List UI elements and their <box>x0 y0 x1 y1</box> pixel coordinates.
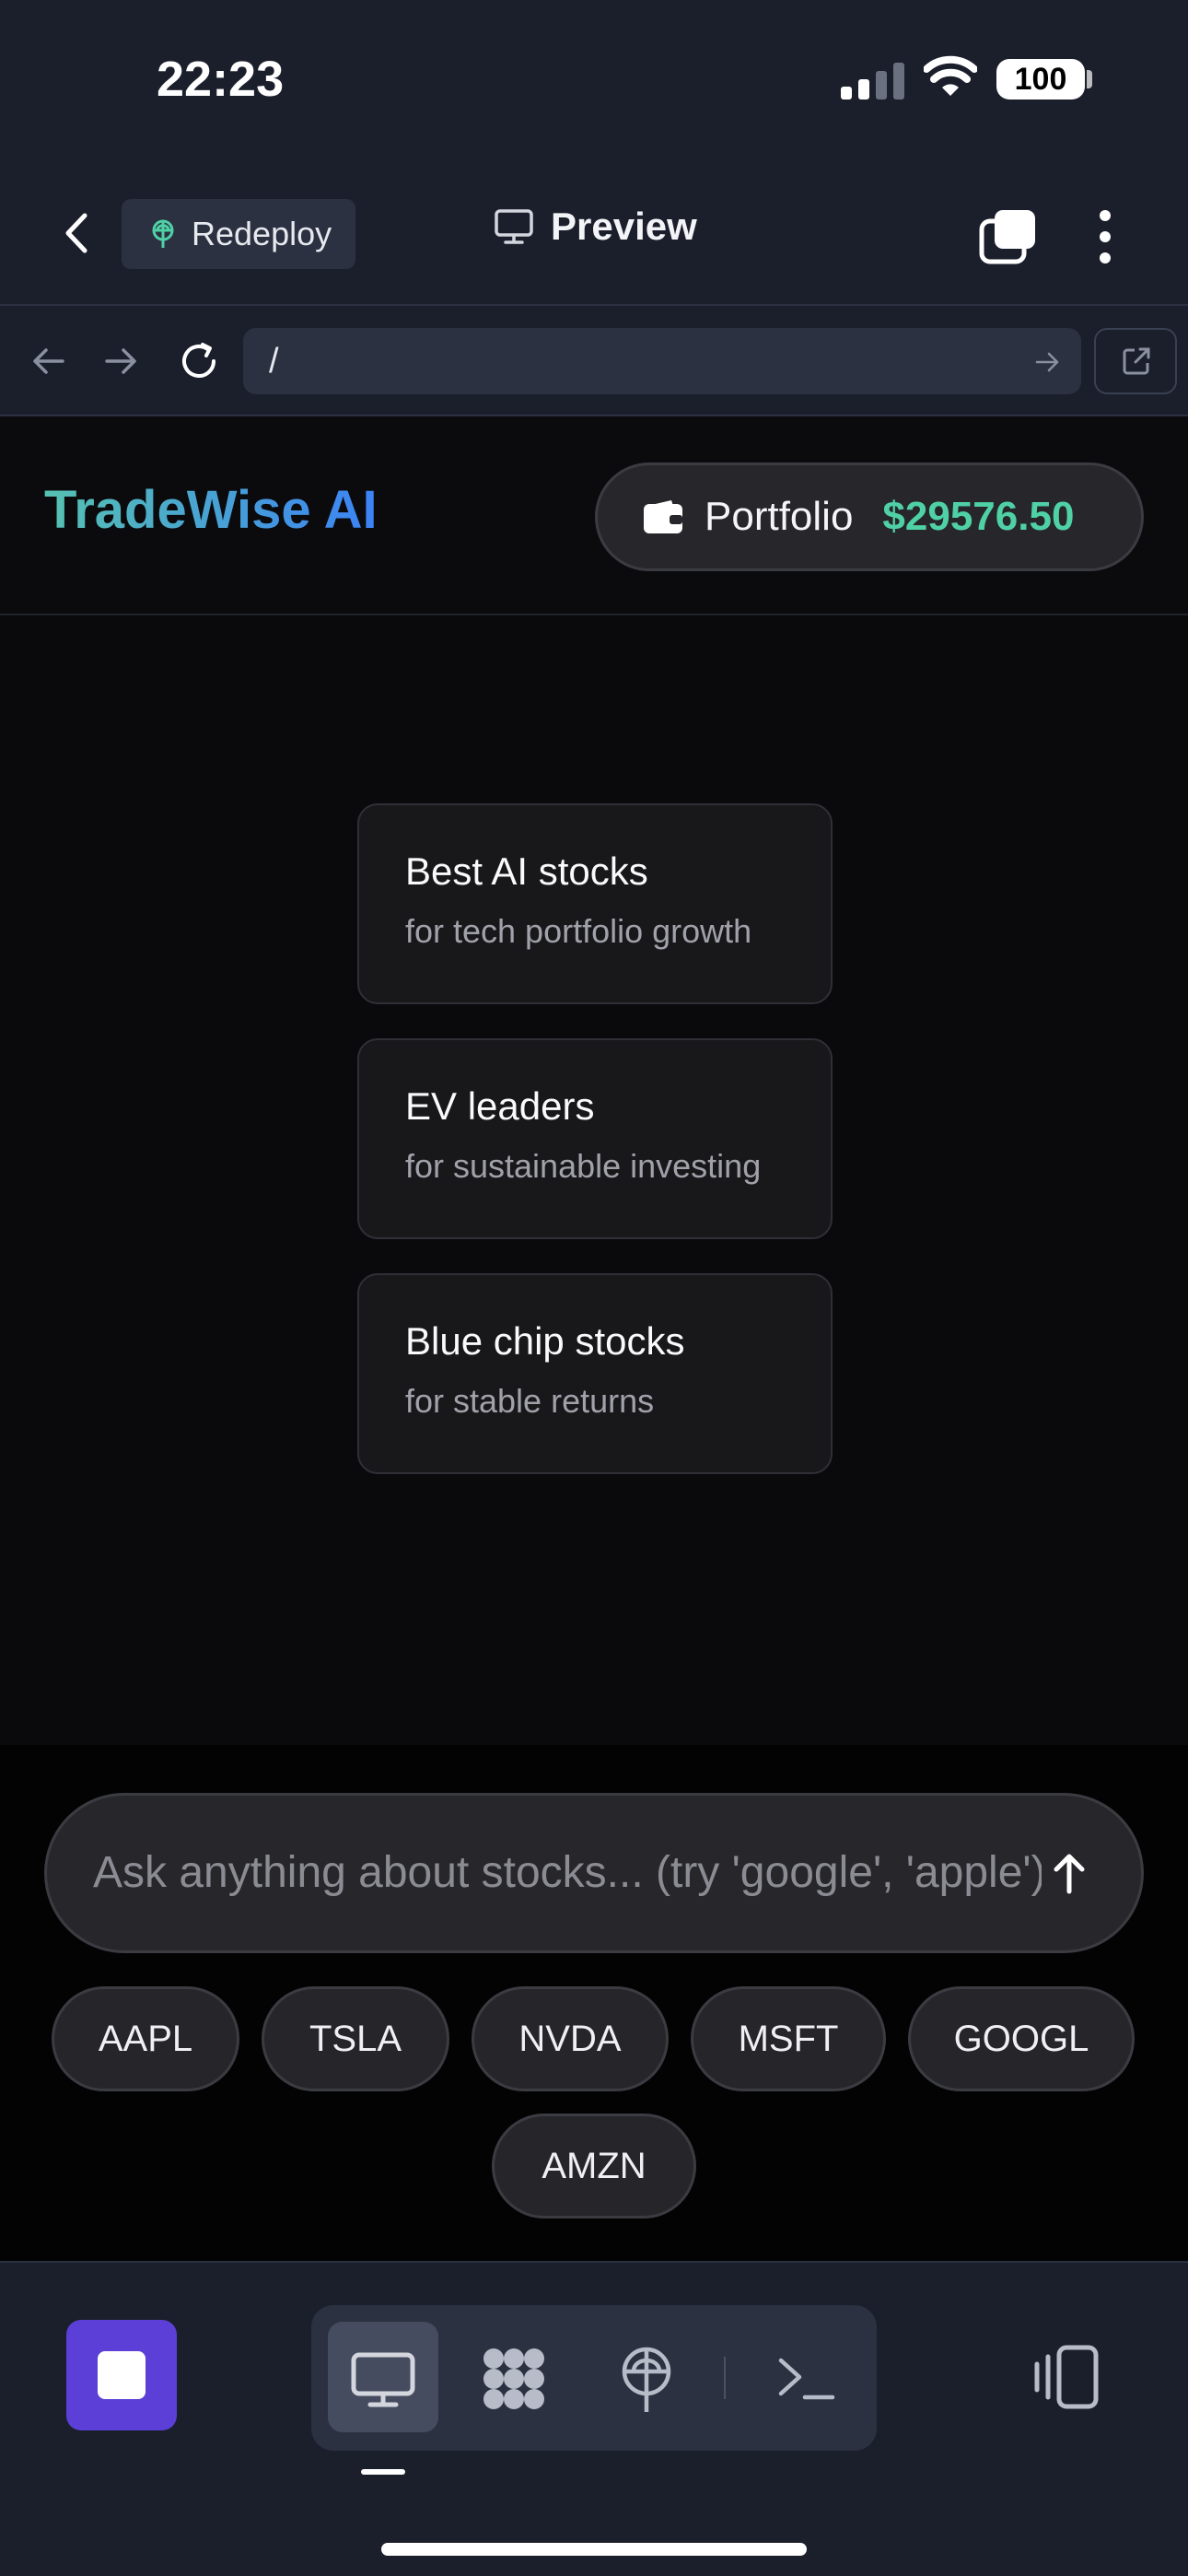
terminal-icon[interactable] <box>772 2344 842 2414</box>
top-toolbar: Redeploy Preview <box>0 157 1188 306</box>
suggestion-title: Best AI stocks <box>405 849 648 893</box>
portfolio-value: $29576.50 <box>882 494 1075 539</box>
ticker-chip[interactable]: MSFT <box>691 1986 886 2091</box>
web-page: TradeWise AI Portfolio $29576.50 Best AI… <box>0 416 1188 2261</box>
suggestion-title: Blue chip stocks <box>405 1319 685 1363</box>
app-root: 22:23 100 Redeploy Preview / TradeWise A… <box>0 0 1188 2576</box>
nav-back-icon[interactable] <box>26 339 70 383</box>
more-vertical-icon[interactable] <box>1096 208 1114 265</box>
suggestion-title: EV leaders <box>405 1084 595 1128</box>
wifi-icon <box>924 55 977 96</box>
status-bar: 22:23 100 <box>0 0 1188 157</box>
suggestion-list: Best AI stocks for tech portfolio growth… <box>357 803 833 1508</box>
battery-tip <box>1087 70 1092 88</box>
home-indicator <box>381 2543 807 2556</box>
go-arrow-icon[interactable] <box>1035 350 1061 374</box>
tabs-icon[interactable] <box>978 208 1037 265</box>
brand-logo[interactable]: TradeWise AI <box>44 479 378 541</box>
browser-url-bar: / <box>0 306 1188 416</box>
portfolio-button[interactable]: Portfolio $29576.50 <box>595 463 1144 571</box>
suggestion-subtitle: for stable returns <box>405 1382 655 1420</box>
desktop-icon[interactable] <box>348 2344 418 2414</box>
panel-toggle-icon[interactable] <box>1031 2342 1101 2412</box>
preview-label: Preview <box>551 205 697 248</box>
ask-field[interactable]: Ask anything about stocks... (try 'googl… <box>44 1793 1144 1953</box>
nodes-icon[interactable] <box>479 2344 549 2414</box>
portfolio-label: Portfolio <box>705 494 854 539</box>
battery-icon: 100 <box>996 59 1085 100</box>
back-chevron-icon[interactable] <box>57 212 99 254</box>
globe-deploy-icon[interactable] <box>611 2344 681 2414</box>
ticker-chip[interactable]: GOOGL <box>908 1986 1135 2091</box>
redeploy-button[interactable]: Redeploy <box>122 199 355 269</box>
suggestion-card[interactable]: Blue chip stocks for stable returns <box>357 1273 833 1474</box>
preview-tab[interactable]: Preview <box>494 205 697 249</box>
ticker-chip[interactable]: NVDA <box>472 1986 669 2091</box>
suggestion-card[interactable]: Best AI stocks for tech portfolio growth <box>357 803 833 1004</box>
bottom-tab-bar <box>0 2261 1188 2576</box>
ask-placeholder: Ask anything about stocks... (try 'googl… <box>93 1848 1042 1897</box>
external-link-icon <box>1123 347 1150 375</box>
ticker-chip[interactable]: AAPL <box>52 1986 239 2091</box>
switcher-divider <box>724 2357 726 2399</box>
suggestion-card[interactable]: EV leaders for sustainable investing <box>357 1038 833 1239</box>
app-header: TradeWise AI Portfolio $29576.50 <box>0 416 1188 615</box>
wallet-icon <box>644 500 682 533</box>
open-external-button[interactable] <box>1094 328 1177 394</box>
stop-button[interactable] <box>66 2320 177 2430</box>
ticker-chip[interactable]: TSLA <box>262 1986 449 2091</box>
cellular-signal-icon <box>841 63 904 100</box>
ticker-chip[interactable]: AMZN <box>492 2113 696 2219</box>
nav-forward-icon[interactable] <box>99 339 144 383</box>
reload-icon[interactable] <box>177 339 221 383</box>
deploy-globe-icon <box>152 219 174 248</box>
status-time: 22:23 <box>157 52 285 107</box>
url-text: / <box>269 342 279 381</box>
active-tab-indicator <box>361 2469 405 2475</box>
view-switcher <box>311 2305 877 2451</box>
send-arrow-icon[interactable] <box>1051 1851 1088 1895</box>
monitor-icon <box>495 209 533 244</box>
url-input[interactable]: / <box>243 328 1081 394</box>
redeploy-label: Redeploy <box>192 215 332 252</box>
suggestion-subtitle: for tech portfolio growth <box>405 912 752 950</box>
suggestion-subtitle: for sustainable investing <box>405 1147 762 1185</box>
